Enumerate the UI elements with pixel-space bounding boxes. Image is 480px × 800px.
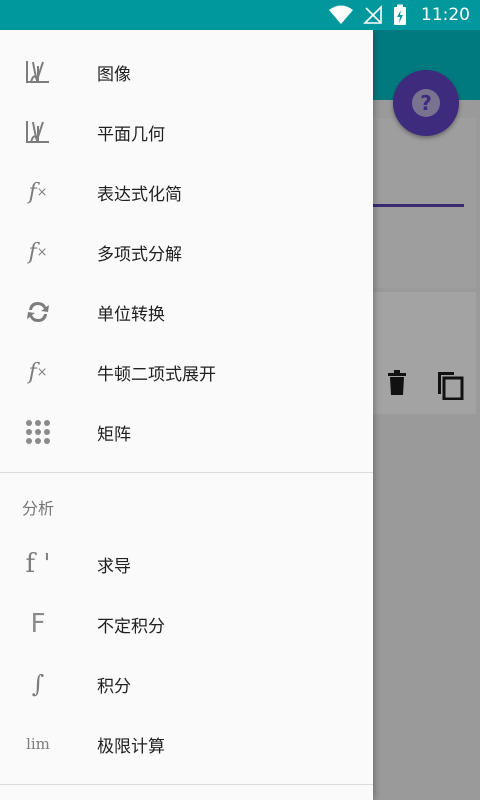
navigation-drawer: 图像 平面几何 f × 表达式化简 f × 多项式分解 单位转换 f × 牛顿二项式展… (0, 30, 373, 800)
drawer-item-limit[interactable]: lim 极限计算 (0, 714, 373, 774)
drawer-item-simplify[interactable]: f × 表达式化简 (0, 162, 373, 222)
status-icons: 11:20 (329, 0, 470, 30)
divider (0, 784, 373, 785)
drawer-item-label: 极限计算 (97, 736, 165, 757)
status-time: 11:20 (421, 5, 470, 25)
drawer-item-label: 矩阵 (97, 424, 131, 445)
drawer-item-label: 多项式分解 (97, 244, 182, 265)
graph-icon (22, 56, 54, 88)
no-signal-icon (363, 5, 382, 24)
drawer-item-label: 表达式化简 (97, 184, 182, 205)
battery-charging-icon (394, 4, 406, 25)
drawer-item-label: 不定积分 (97, 616, 165, 637)
trash-icon[interactable] (386, 370, 408, 396)
drawer-item-unit-convert[interactable]: 单位转换 (0, 282, 373, 342)
help-fab[interactable]: ? (393, 70, 459, 136)
drawer-item-plane-geometry[interactable]: 平面几何 (0, 102, 373, 162)
drawer-item-antiderivative[interactable]: F 不定积分 (0, 594, 373, 654)
divider (0, 472, 373, 473)
fx-icon: f × (28, 179, 48, 205)
section-title-analysis: 分析 (22, 499, 55, 518)
input-underline (372, 204, 464, 207)
integral-icon: ∫ (31, 670, 45, 698)
drawer-item-factor[interactable]: f × 多项式分解 (0, 222, 373, 282)
drawer-item-binomial[interactable]: f × 牛顿二项式展开 (0, 342, 373, 402)
drawer-item-matrix[interactable]: 矩阵 (0, 402, 373, 462)
fx-icon: f × (28, 359, 48, 385)
drawer-item-derivative[interactable]: f ' 求导 (0, 534, 373, 594)
drawer-item-label: 积分 (97, 676, 131, 697)
drawer-item-integral[interactable]: ∫ 积分 (0, 654, 373, 714)
drawer-item-graph[interactable]: 图像 (0, 42, 373, 102)
fx-icon: f × (28, 239, 48, 265)
copy-icon[interactable] (436, 370, 464, 400)
convert-icon (22, 296, 54, 328)
antiderivative-icon: F (30, 609, 46, 639)
derivative-icon: f ' (25, 549, 51, 579)
drawer-item-label: 平面几何 (97, 124, 165, 145)
drawer-item-label: 牛顿二项式展开 (97, 364, 216, 385)
graph-icon (22, 116, 54, 148)
question-icon: ? (412, 89, 440, 117)
wifi-icon (329, 5, 353, 24)
drawer-item-label: 求导 (97, 556, 131, 577)
matrix-icon (22, 416, 54, 448)
status-bar: 11:20 (0, 0, 480, 30)
drawer-item-label: 单位转换 (97, 304, 165, 325)
drawer-item-label: 图像 (97, 64, 131, 85)
limit-icon: lim (26, 735, 50, 753)
